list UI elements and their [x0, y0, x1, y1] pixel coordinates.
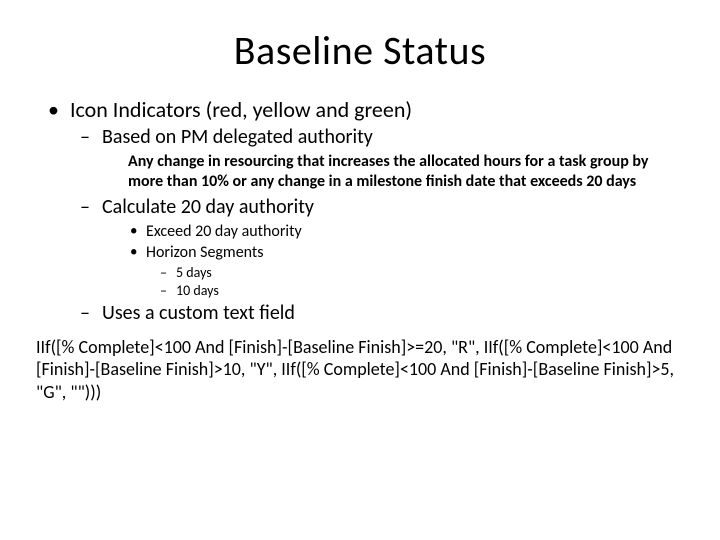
slide: Baseline Status Icon Indicators (red, ye…: [0, 0, 720, 540]
bullet-level1: Icon Indicators (red, yellow and green): [36, 97, 684, 123]
indented-note: Any change in resourcing that increases …: [36, 152, 684, 190]
bullet-level2: Based on PM delegated authority: [36, 125, 684, 150]
bullet-level3: Horizon Segments: [36, 243, 684, 263]
outline-list: Icon Indicators (red, yellow and green) …: [36, 97, 684, 326]
bullet-level2: Uses a custom text field: [36, 301, 684, 326]
formula-text: IIf([% Complete]<100 And [Finish]-[Basel…: [36, 336, 684, 404]
bullet-level3: Exceed 20 day authority: [36, 222, 684, 242]
slide-title: Baseline Status: [36, 26, 684, 75]
bullet-level2: Calculate 20 day authority: [36, 195, 684, 220]
bullet-level4: 10 days: [36, 282, 684, 300]
bullet-level4: 5 days: [36, 264, 684, 282]
